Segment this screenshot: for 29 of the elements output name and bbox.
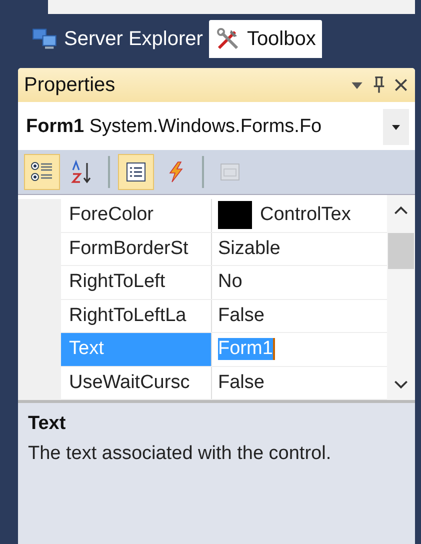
property-list-icon xyxy=(124,160,148,184)
property-name[interactable]: FormBorderSt xyxy=(61,232,212,265)
scroll-up-icon[interactable] xyxy=(394,205,408,215)
tab[interactable]: Server Explorer xyxy=(26,20,209,58)
property-value[interactable]: ControlTex xyxy=(260,204,351,226)
scroll-down-icon[interactable] xyxy=(394,380,408,390)
property-name[interactable]: ForeColor xyxy=(61,199,212,232)
computers-icon xyxy=(32,27,58,51)
close-icon[interactable] xyxy=(393,76,409,94)
panel-title: Properties xyxy=(24,74,116,96)
property-name[interactable]: RightToLeft xyxy=(61,266,212,298)
description-text: The text associated with the control. xyxy=(28,443,332,465)
categorized-icon xyxy=(30,160,54,184)
object-selector-text: Form1 System.Windows.Forms.Fo xyxy=(26,116,323,138)
toolbar-button[interactable] xyxy=(118,154,154,190)
property-name[interactable]: RightToLeftLa xyxy=(61,300,212,332)
property-value[interactable]: Sizable xyxy=(218,238,280,260)
description-title: Text xyxy=(28,413,67,435)
scroll-thumb[interactable] xyxy=(388,233,414,269)
hammer-wrench-icon xyxy=(214,27,241,51)
scrollbar[interactable] xyxy=(387,195,415,400)
toolbar-button[interactable] xyxy=(24,154,60,190)
property-value[interactable]: No xyxy=(218,271,242,294)
object-selector[interactable]: Form1 System.Windows.Forms.Fo xyxy=(26,108,409,146)
property-value[interactable]: False xyxy=(218,372,264,394)
tab[interactable]: Toolbox xyxy=(208,20,322,58)
property-value[interactable]: False xyxy=(218,304,264,327)
pin-icon[interactable] xyxy=(371,76,387,94)
property-name[interactable]: UseWaitCursc xyxy=(61,366,212,399)
